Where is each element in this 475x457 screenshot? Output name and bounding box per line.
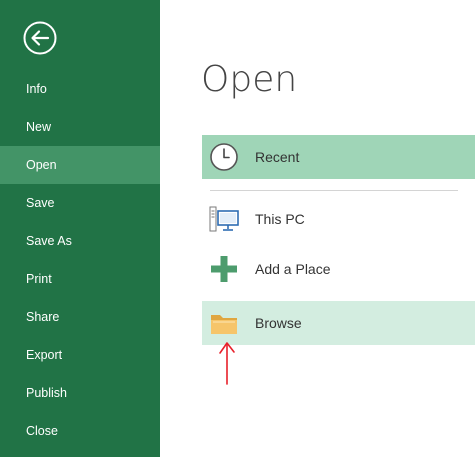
nav-publish[interactable]: Publish	[0, 374, 160, 412]
folder-icon	[208, 307, 240, 339]
place-this-pc-label: This PC	[255, 211, 305, 227]
place-recent[interactable]: Recent	[202, 135, 475, 179]
nav-info-label: Info	[26, 82, 47, 96]
place-add-a-place[interactable]: Add a Place	[202, 247, 475, 291]
nav-export-label: Export	[26, 348, 63, 362]
back-button[interactable]	[23, 21, 57, 55]
page-title: Open	[201, 59, 298, 100]
nav-new[interactable]: New	[0, 108, 160, 146]
nav-open-label: Open	[26, 158, 57, 172]
nav-print[interactable]: Print	[0, 260, 160, 298]
place-this-pc[interactable]: This PC	[202, 197, 475, 241]
nav-save-label: Save	[26, 196, 55, 210]
nav-print-label: Print	[26, 272, 52, 286]
place-add-a-place-label: Add a Place	[255, 261, 331, 277]
nav-close-label: Close	[26, 424, 58, 438]
nav-share[interactable]: Share	[0, 298, 160, 336]
nav-info[interactable]: Info	[0, 70, 160, 108]
places-divider	[210, 190, 458, 191]
back-arrow-circle-icon	[23, 21, 57, 55]
plus-icon	[208, 253, 240, 285]
place-recent-label: Recent	[255, 149, 300, 165]
place-browse[interactable]: Browse	[202, 301, 475, 345]
nav-share-label: Share	[26, 310, 60, 324]
nav-save[interactable]: Save	[0, 184, 160, 222]
computer-icon	[208, 203, 240, 235]
nav-close[interactable]: Close	[0, 412, 160, 450]
nav-export[interactable]: Export	[0, 336, 160, 374]
nav-save-as[interactable]: Save As	[0, 222, 160, 260]
nav-new-label: New	[26, 120, 52, 134]
clock-icon	[208, 141, 240, 173]
nav-publish-label: Publish	[26, 386, 67, 400]
backstage-sidebar: Info New Open Save Save As Print Share E…	[0, 0, 160, 457]
nav-save-as-label: Save As	[26, 234, 72, 248]
nav-open[interactable]: Open	[0, 146, 160, 184]
red-arrow-up-icon	[217, 340, 237, 386]
place-browse-label: Browse	[255, 315, 302, 331]
